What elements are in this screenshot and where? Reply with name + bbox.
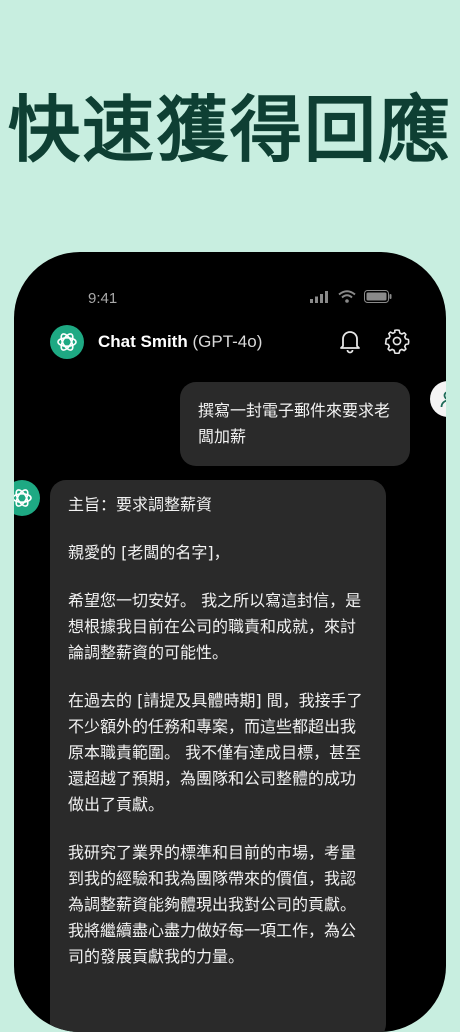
message-paragraph: 希望您一切安好。 我之所以寫這封信，是想根據我目前在公司的職責和成就，來討論調整… (68, 591, 362, 662)
status-icons (310, 290, 392, 303)
promo-headline: 快速獲得回應 (7, 88, 452, 172)
message-paragraph: 我研究了業界的標準和目前的市場，考量到我的經驗和我為團隊帶來的價值，我認為調整薪… (68, 843, 357, 966)
signal-icon (310, 290, 328, 303)
openai-logo-icon (14, 489, 32, 507)
bot-name: Chat Smith (98, 332, 188, 351)
bell-icon (340, 331, 360, 354)
chat-header: Chat Smith (GPT-4o) (50, 322, 410, 362)
battery-icon (364, 290, 392, 303)
model-name: (GPT-4o) (192, 332, 263, 351)
gear-icon (384, 329, 410, 355)
openai-logo-icon (50, 325, 84, 359)
status-time: 9:41 (88, 290, 118, 307)
bot-message-bubble: 主旨：要求調整薪資 親愛的 [老闆的名字]， 希望您一切安好。 我之所以寫這封信… (50, 480, 386, 1032)
chat-title: Chat Smith (GPT-4o) (98, 332, 262, 352)
user-icon (440, 391, 446, 408)
message-paragraph: 親愛的 [老闆的名字]， (68, 543, 230, 562)
user-message-bubble: 撰寫一封電子郵件來要求老闆加薪 (180, 382, 410, 466)
message-paragraph: 主旨：要求調整薪資 (68, 495, 213, 514)
phone-frame: 9:41 Chat Smith (GPT-4o) 撰寫一封電子郵件來要求老闆加薪… (14, 252, 446, 1032)
wifi-icon (338, 290, 356, 303)
user-avatar (430, 381, 446, 417)
settings-button[interactable] (384, 328, 410, 358)
bot-avatar (14, 480, 40, 516)
notifications-button[interactable] (338, 328, 362, 358)
message-paragraph: 在過去的 [請提及具體時期] 間，我接手了不少額外的任務和專案，而這些都超出我原… (68, 691, 363, 814)
